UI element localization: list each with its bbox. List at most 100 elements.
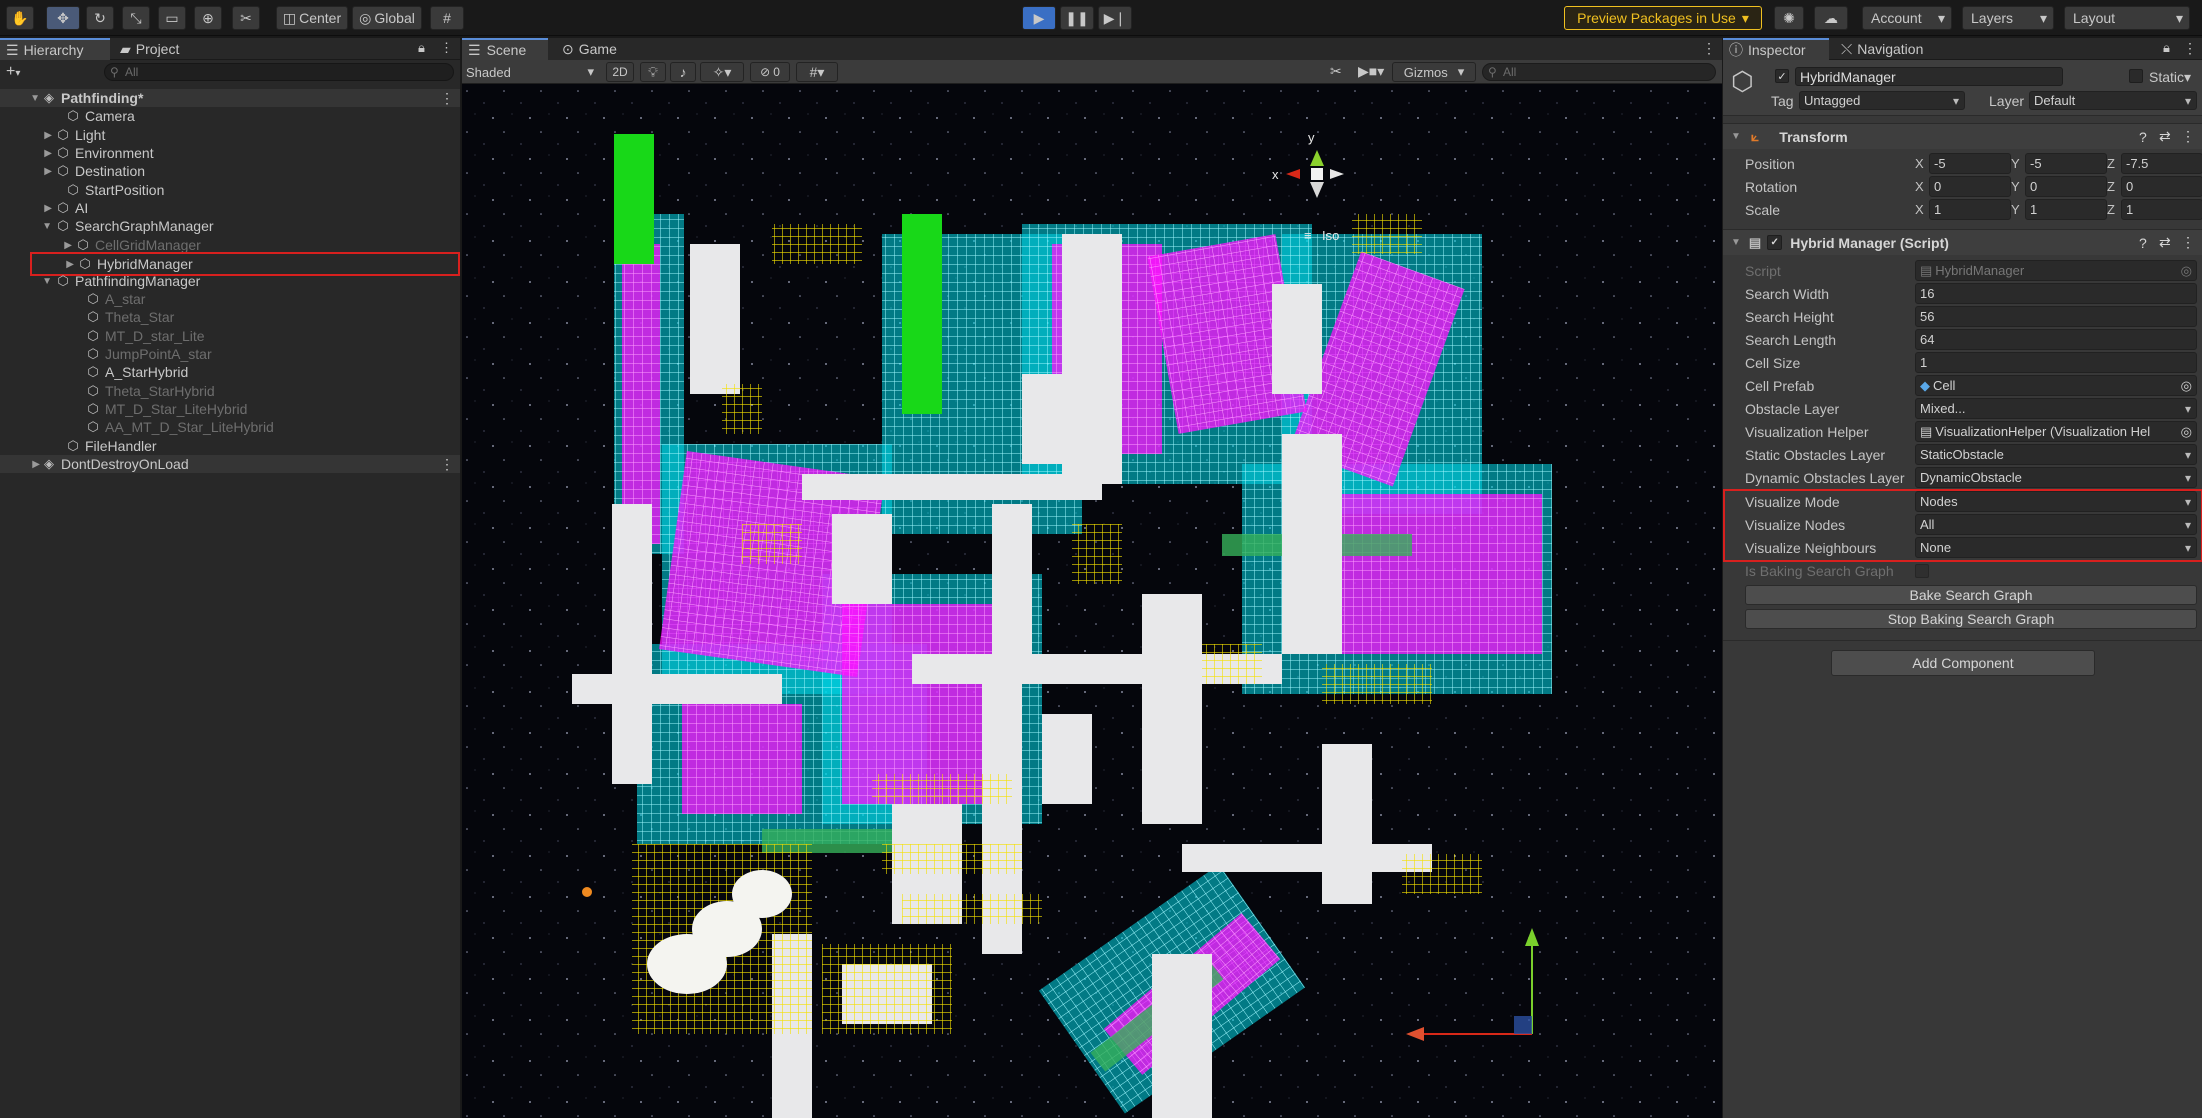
- play-button[interactable]: ▶: [1022, 6, 1056, 30]
- hierarchy-row-dontdestroyonload[interactable]: ▶ ◈ DontDestroyOnLoad ⋮: [0, 455, 460, 473]
- help-icon[interactable]: ?: [2139, 129, 2147, 145]
- transform-tool-button[interactable]: ⊕: [194, 6, 222, 30]
- stop-baking-button[interactable]: Stop Baking Search Graph: [1745, 609, 2197, 629]
- hierarchy-row-aa-mt-d-star-litehybrid[interactable]: ⬡ AA_MT_D_Star_LiteHybrid: [0, 418, 460, 436]
- layout-dropdown[interactable]: Layout ▾: [2064, 6, 2190, 30]
- kebab-menu-icon[interactable]: ⋮: [2183, 40, 2197, 57]
- expand-arrow-icon[interactable]: ▼: [0, 276, 52, 287]
- tab-inspector[interactable]: ⓘ Inspector: [1723, 38, 1829, 60]
- position-y-field[interactable]: Y -5: [2011, 153, 2107, 174]
- obstacle-layer-dropdown[interactable]: Mixed...: [1915, 398, 2197, 419]
- layer-dropdown[interactable]: Default: [2029, 91, 2197, 110]
- effects-dropdown[interactable]: ✧▾: [700, 62, 744, 82]
- rotation-x-field[interactable]: X0: [1915, 176, 2011, 197]
- hierarchy-search-input[interactable]: ⚲ All: [104, 63, 454, 81]
- static-obstacles-layer-dropdown[interactable]: StaticObstacle: [1915, 444, 2197, 465]
- expand-arrow-icon[interactable]: ▶: [0, 166, 52, 177]
- expand-arrow-icon[interactable]: ▶: [0, 130, 52, 141]
- expand-arrow-icon[interactable]: ▶: [0, 459, 40, 470]
- scene-search-input[interactable]: ⚲ All: [1482, 63, 1716, 81]
- expand-arrow-icon[interactable]: ▼: [1731, 131, 1741, 142]
- expand-arrow-icon[interactable]: ▶: [0, 148, 52, 159]
- kebab-menu-icon[interactable]: ⋮: [2181, 128, 2195, 145]
- tab-hierarchy[interactable]: ☰ Hierarchy: [0, 38, 110, 60]
- hierarchy-row-scene[interactable]: ▼ ◈ Pathfinding* ⋮: [0, 89, 460, 107]
- hierarchy-row-light[interactable]: ▶ ⬡ Light: [0, 126, 460, 144]
- component-enabled-checkbox[interactable]: ✓: [1767, 235, 1783, 250]
- rotation-z-field[interactable]: Z0: [2107, 176, 2202, 197]
- dynamic-obstacles-layer-dropdown[interactable]: DynamicObstacle: [1915, 467, 2197, 488]
- static-dropdown[interactable]: Static▾: [2149, 69, 2191, 86]
- search-length-input[interactable]: 64: [1915, 329, 2197, 350]
- presets-icon[interactable]: ⇄: [2159, 128, 2171, 145]
- expand-arrow-icon[interactable]: ▶: [32, 259, 74, 270]
- visualize-mode-dropdown[interactable]: Nodes: [1915, 491, 2197, 512]
- hierarchy-row-camera[interactable]: ⬡ Camera: [0, 107, 460, 125]
- target-icon[interactable]: ◎: [2180, 423, 2192, 440]
- hierarchy-row-startposition[interactable]: ⬡ StartPosition: [0, 181, 460, 199]
- static-checkbox[interactable]: [2129, 69, 2143, 83]
- grid-snap-button[interactable]: #: [430, 6, 464, 30]
- expand-arrow-icon[interactable]: ▶: [0, 203, 52, 214]
- tab-project[interactable]: ▰ Project: [114, 38, 224, 60]
- kebab-menu-icon[interactable]: ⋮: [440, 90, 454, 107]
- hierarchy-row-theta-starhybrid[interactable]: ⬡ Theta_StarHybrid: [0, 382, 460, 400]
- search-width-input[interactable]: 16: [1915, 283, 2197, 304]
- hierarchy-row-filehandler[interactable]: ⬡ FileHandler: [0, 437, 460, 455]
- hybrid-manager-header[interactable]: ▼ ▤ ✓ Hybrid Manager (Script) ? ⇄ ⋮: [1723, 229, 2202, 255]
- hierarchy-row-environment[interactable]: ▶ ⬡ Environment: [0, 144, 460, 162]
- position-x-field[interactable]: X -5: [1915, 153, 2011, 174]
- rotation-y-field[interactable]: Y0: [2011, 176, 2107, 197]
- search-height-input[interactable]: 56: [1915, 306, 2197, 327]
- cloud-button[interactable]: ☁: [1814, 6, 1848, 30]
- visualize-neighbours-dropdown[interactable]: None: [1915, 537, 2197, 558]
- visualize-nodes-dropdown[interactable]: All: [1915, 514, 2197, 535]
- lock-icon[interactable]: 🔒︎: [2163, 40, 2170, 56]
- pivot-global-button[interactable]: ◎ Global: [352, 6, 422, 30]
- hierarchy-row-a-starhybrid[interactable]: ⬡ A_StarHybrid: [0, 363, 460, 381]
- toggle-2d-button[interactable]: 2D: [606, 62, 634, 82]
- lighting-toggle[interactable]: 💡︎: [640, 62, 666, 82]
- add-component-button[interactable]: Add Component: [1831, 650, 2095, 676]
- expand-arrow-icon[interactable]: ▼: [0, 221, 52, 232]
- hierarchy-row-mt-d-star-litehybrid[interactable]: ⬡ MT_D_Star_LiteHybrid: [0, 400, 460, 418]
- expand-arrow-icon[interactable]: ▼: [0, 93, 40, 104]
- rotate-tool-button[interactable]: ↻: [86, 6, 114, 30]
- hierarchy-row-mt-d-star-lite[interactable]: ⬡ MT_D_star_Lite: [0, 327, 460, 345]
- scale-tool-button[interactable]: ⤡: [122, 6, 150, 30]
- hierarchy-row-jumppointa-star[interactable]: ⬡ JumpPointA_star: [0, 345, 460, 363]
- pivot-center-button[interactable]: ◫ Center: [276, 6, 348, 30]
- cell-prefab-field[interactable]: ◆ Cell ◎: [1915, 375, 2197, 396]
- move-tool-button[interactable]: ✥: [46, 6, 80, 30]
- position-z-field[interactable]: Z -7.5: [2107, 153, 2202, 174]
- kebab-menu-icon[interactable]: ⋮: [440, 40, 453, 56]
- kebab-menu-icon[interactable]: ⋮: [440, 456, 454, 473]
- kebab-menu-icon[interactable]: ⋮: [1702, 40, 1716, 57]
- tab-game[interactable]: ⊙ Game: [556, 38, 636, 60]
- hierarchy-row-a-star[interactable]: ⬡ A_star: [0, 290, 460, 308]
- target-icon[interactable]: ◎: [2181, 378, 2192, 394]
- tab-scene[interactable]: ☰ Scene: [462, 38, 548, 60]
- preview-packages-button[interactable]: Preview Packages in Use ▾: [1564, 6, 1762, 30]
- active-checkbox[interactable]: ✓: [1775, 69, 1789, 83]
- services-button[interactable]: ✺: [1774, 6, 1804, 30]
- lock-icon[interactable]: 🔒︎: [418, 40, 425, 56]
- scene-viewport[interactable]: y x Iso ≡: [462, 84, 1722, 1118]
- cell-size-input[interactable]: 1: [1915, 352, 2197, 373]
- shading-mode-dropdown[interactable]: Shaded ▾: [466, 63, 598, 81]
- hierarchy-row-ai[interactable]: ▶ ⬡ AI: [0, 199, 460, 217]
- audio-toggle[interactable]: ♪: [670, 62, 696, 82]
- hierarchy-row-theta-star[interactable]: ⬡ Theta_Star: [0, 308, 460, 326]
- hidden-objects-toggle[interactable]: ⊘ 0: [750, 62, 790, 82]
- step-button[interactable]: ▶❘: [1098, 6, 1132, 30]
- grid-dropdown[interactable]: #▾: [796, 62, 838, 82]
- bake-search-graph-button[interactable]: Bake Search Graph: [1745, 585, 2197, 605]
- tools-icon[interactable]: ✂: [1330, 63, 1342, 80]
- presets-icon[interactable]: ⇄: [2159, 234, 2171, 251]
- add-object-button[interactable]: +▾: [6, 63, 20, 81]
- hierarchy-row-pathfindingmanager[interactable]: ▼ ⬡ PathfindingManager: [0, 272, 460, 290]
- hierarchy-row-searchgraphmanager[interactable]: ▼ ⬡ SearchGraphManager: [0, 217, 460, 235]
- layers-dropdown[interactable]: Layers ▾: [1962, 6, 2054, 30]
- expand-arrow-icon[interactable]: ▶: [0, 240, 72, 251]
- kebab-menu-icon[interactable]: ⋮: [2181, 234, 2195, 251]
